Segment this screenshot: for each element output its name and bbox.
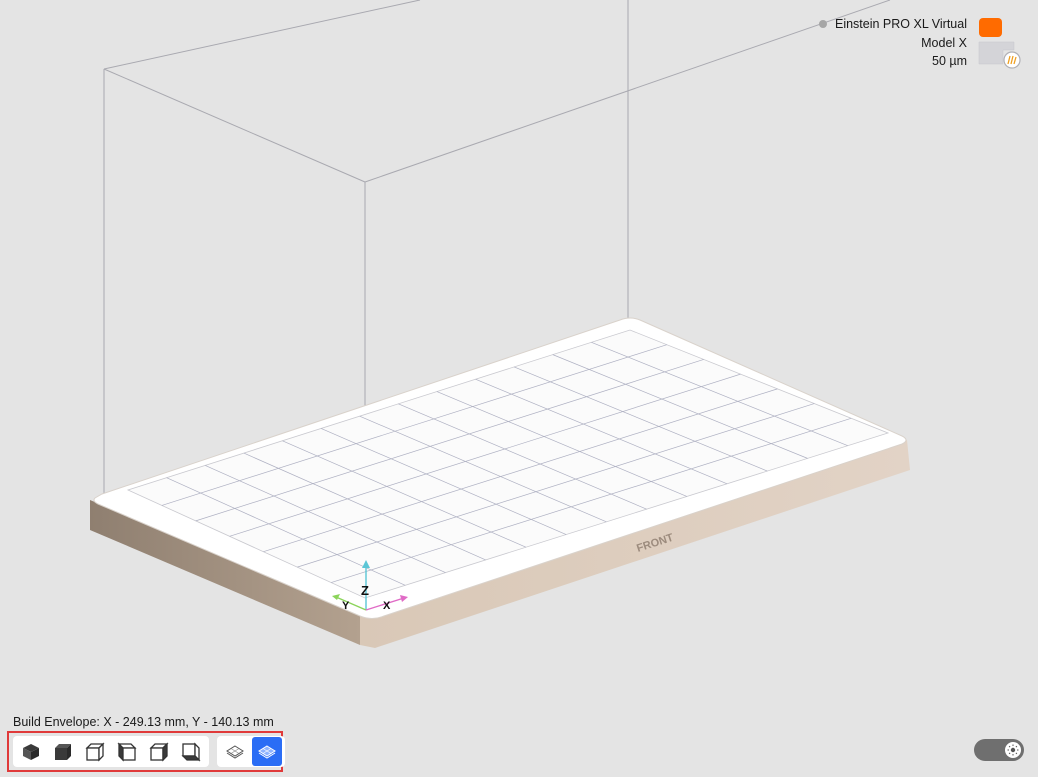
printer-status-dot xyxy=(818,20,827,29)
printer-material: Model X xyxy=(921,35,967,50)
axis-label-y: Y xyxy=(342,600,350,612)
layers-filled-icon xyxy=(258,744,276,759)
printer-layer-thickness: 50 µm xyxy=(932,54,967,68)
cube-back-icon xyxy=(181,741,201,762)
theme-toggle-knob xyxy=(1005,742,1021,758)
view-toolbar xyxy=(7,731,285,772)
axis-label-x: X xyxy=(383,600,391,612)
view-buttons-group xyxy=(13,736,209,767)
layers-outline-button[interactable] xyxy=(220,737,250,766)
view-right-button[interactable] xyxy=(144,737,174,766)
build-scene[interactable]: FRONT Z Y X xyxy=(0,0,1038,777)
printer-info: Einstein PRO XL Virtual Model X 50 µm xyxy=(818,15,967,71)
cube-front-icon xyxy=(85,741,105,762)
axis-label-z: Z xyxy=(361,583,369,598)
view-front-button[interactable] xyxy=(80,737,110,766)
printer-resin-icon[interactable] xyxy=(976,17,1024,69)
cube-iso-icon xyxy=(23,743,39,760)
printer-name: Einstein PRO XL Virtual xyxy=(834,17,967,31)
build-envelope-text: Build Envelope: X - 249.13 mm, Y - 140.1… xyxy=(13,715,274,729)
layer-buttons-group xyxy=(217,736,285,767)
view-left-button[interactable] xyxy=(112,737,142,766)
cube-right-icon xyxy=(149,741,169,762)
layers-filled-button[interactable] xyxy=(252,737,282,766)
3d-viewport[interactable]: FRONT Z Y X Einstein PRO XL Virtual Mode… xyxy=(0,0,1038,777)
layers-icon xyxy=(226,744,244,759)
theme-toggle[interactable] xyxy=(974,739,1024,761)
view-top-button[interactable] xyxy=(48,737,78,766)
cube-top-icon xyxy=(55,743,71,760)
view-back-button[interactable] xyxy=(176,737,206,766)
cube-left-icon xyxy=(117,741,137,762)
view-iso-button[interactable] xyxy=(16,737,46,766)
build-platform xyxy=(90,317,910,648)
sun-icon xyxy=(1007,744,1019,756)
